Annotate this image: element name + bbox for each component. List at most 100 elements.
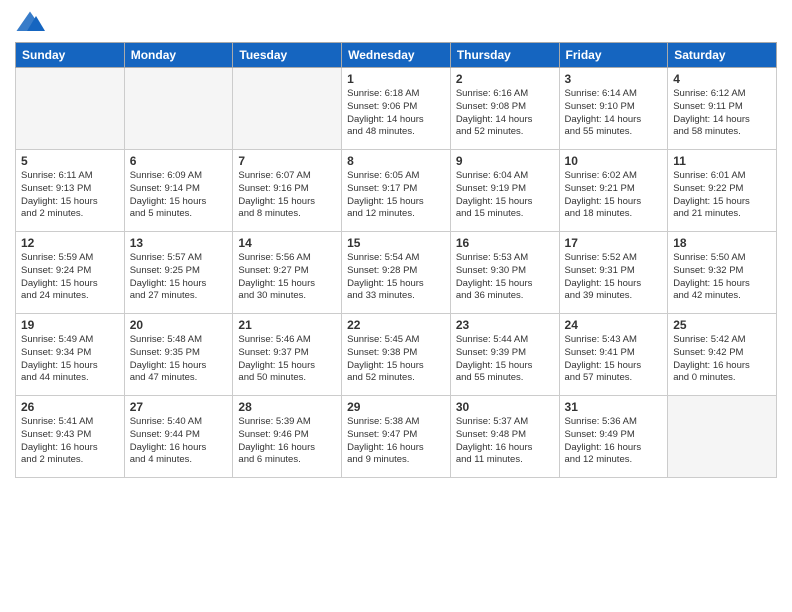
day-detail: Sunrise: 5:40 AM Sunset: 9:44 PM Dayligh… [130, 416, 228, 467]
day-number: 17 [565, 236, 663, 250]
day-number: 14 [238, 236, 336, 250]
weekday-header-friday: Friday [559, 43, 668, 68]
calendar-cell: 1 Sunrise: 6:18 AM Sunset: 9:06 PM Daylig… [342, 68, 451, 150]
day-number: 7 [238, 154, 336, 168]
day-number: 31 [565, 400, 663, 414]
day-number: 5 [21, 154, 119, 168]
calendar-cell: 20Sunrise: 5:48 AM Sunset: 9:35 PM Dayli… [124, 314, 233, 396]
calendar-cell: 26 Sunrise: 5:41 AM Sunset: 9:43 PM Dayli… [16, 396, 125, 478]
week-row-3: 12 Sunrise: 5:59 AM Sunset: 9:24 PM Dayli… [16, 232, 777, 314]
day-number: 11 [673, 154, 771, 168]
calendar-cell: 13 Sunrise: 5:57 AM Sunset: 9:25 PM Dayli… [124, 232, 233, 314]
day-detail: Sunrise: 6:18 AM Sunset: 9:06 PM Dayligh… [347, 88, 445, 139]
day-detail: Sunrise: 5:59 AM Sunset: 9:24 PM Dayligh… [21, 252, 119, 303]
day-detail: Sunrise: 5:56 AM Sunset: 9:27 PM Dayligh… [238, 252, 336, 303]
day-detail: Sunrise: 6:01 AM Sunset: 9:22 PM Dayligh… [673, 170, 771, 221]
day-detail: Sunrise: 5:57 AM Sunset: 9:25 PM Dayligh… [130, 252, 228, 303]
day-detail: Sunrise: 6:02 AM Sunset: 9:21 PM Dayligh… [565, 170, 663, 221]
calendar-cell: 3Sunrise: 6:14 AM Sunset: 9:10 PM Daylig… [559, 68, 668, 150]
day-number: 27 [130, 400, 228, 414]
calendar-cell: 23Sunrise: 5:44 AM Sunset: 9:39 PM Dayli… [450, 314, 559, 396]
calendar-cell [668, 396, 777, 478]
calendar-cell: 22 Sunrise: 5:45 AM Sunset: 9:38 PM Dayli… [342, 314, 451, 396]
logo-icon [15, 10, 45, 34]
week-row-4: 19 Sunrise: 5:49 AM Sunset: 9:34 PM Dayli… [16, 314, 777, 396]
calendar-cell: 29Sunrise: 5:38 AM Sunset: 9:47 PM Dayli… [342, 396, 451, 478]
day-detail: Sunrise: 5:45 AM Sunset: 9:38 PM Dayligh… [347, 334, 445, 385]
calendar-cell: 11 Sunrise: 6:01 AM Sunset: 9:22 PM Dayli… [668, 150, 777, 232]
calendar-cell: 30 Sunrise: 5:37 AM Sunset: 9:48 PM Dayli… [450, 396, 559, 478]
day-number: 16 [456, 236, 554, 250]
day-detail: Sunrise: 6:14 AM Sunset: 9:10 PM Dayligh… [565, 88, 663, 139]
day-detail: Sunrise: 5:42 AM Sunset: 9:42 PM Dayligh… [673, 334, 771, 385]
calendar-cell [16, 68, 125, 150]
calendar-cell [233, 68, 342, 150]
day-number: 10 [565, 154, 663, 168]
day-number: 22 [347, 318, 445, 332]
calendar-cell: 10 Sunrise: 6:02 AM Sunset: 9:21 PM Dayli… [559, 150, 668, 232]
calendar-cell: 4 Sunrise: 6:12 AM Sunset: 9:11 PM Daylig… [668, 68, 777, 150]
calendar-cell: 18 Sunrise: 5:50 AM Sunset: 9:32 PM Dayli… [668, 232, 777, 314]
day-number: 12 [21, 236, 119, 250]
calendar-cell: 21Sunrise: 5:46 AM Sunset: 9:37 PM Dayli… [233, 314, 342, 396]
week-row-1: 1 Sunrise: 6:18 AM Sunset: 9:06 PM Daylig… [16, 68, 777, 150]
day-number: 13 [130, 236, 228, 250]
header [15, 10, 777, 34]
day-detail: Sunrise: 6:12 AM Sunset: 9:11 PM Dayligh… [673, 88, 771, 139]
day-detail: Sunrise: 5:37 AM Sunset: 9:48 PM Dayligh… [456, 416, 554, 467]
day-detail: Sunrise: 5:39 AM Sunset: 9:46 PM Dayligh… [238, 416, 336, 467]
logo [15, 10, 49, 34]
calendar-cell: 12 Sunrise: 5:59 AM Sunset: 9:24 PM Dayli… [16, 232, 125, 314]
day-number: 9 [456, 154, 554, 168]
day-detail: Sunrise: 5:48 AM Sunset: 9:35 PM Dayligh… [130, 334, 228, 385]
calendar-cell: 24 Sunrise: 5:43 AM Sunset: 9:41 PM Dayli… [559, 314, 668, 396]
day-number: 25 [673, 318, 771, 332]
day-detail: Sunrise: 6:05 AM Sunset: 9:17 PM Dayligh… [347, 170, 445, 221]
day-number: 29 [347, 400, 445, 414]
calendar-cell: 19 Sunrise: 5:49 AM Sunset: 9:34 PM Dayli… [16, 314, 125, 396]
weekday-header-saturday: Saturday [668, 43, 777, 68]
calendar-cell: 31Sunrise: 5:36 AM Sunset: 9:49 PM Dayli… [559, 396, 668, 478]
weekday-header-thursday: Thursday [450, 43, 559, 68]
day-number: 2 [456, 72, 554, 86]
day-detail: Sunrise: 5:50 AM Sunset: 9:32 PM Dayligh… [673, 252, 771, 303]
day-number: 15 [347, 236, 445, 250]
day-number: 23 [456, 318, 554, 332]
day-number: 1 [347, 72, 445, 86]
day-detail: Sunrise: 5:52 AM Sunset: 9:31 PM Dayligh… [565, 252, 663, 303]
calendar-table: SundayMondayTuesdayWednesdayThursdayFrid… [15, 42, 777, 478]
day-number: 30 [456, 400, 554, 414]
day-number: 24 [565, 318, 663, 332]
weekday-header-sunday: Sunday [16, 43, 125, 68]
calendar-cell: 7 Sunrise: 6:07 AM Sunset: 9:16 PM Daylig… [233, 150, 342, 232]
calendar-cell: 2 Sunrise: 6:16 AM Sunset: 9:08 PM Daylig… [450, 68, 559, 150]
calendar-cell: 27 Sunrise: 5:40 AM Sunset: 9:44 PM Dayli… [124, 396, 233, 478]
week-row-2: 5 Sunrise: 6:11 AM Sunset: 9:13 PM Daylig… [16, 150, 777, 232]
day-detail: Sunrise: 6:04 AM Sunset: 9:19 PM Dayligh… [456, 170, 554, 221]
calendar-cell: 6Sunrise: 6:09 AM Sunset: 9:14 PM Daylig… [124, 150, 233, 232]
day-detail: Sunrise: 6:07 AM Sunset: 9:16 PM Dayligh… [238, 170, 336, 221]
day-number: 26 [21, 400, 119, 414]
day-number: 19 [21, 318, 119, 332]
day-number: 6 [130, 154, 228, 168]
day-detail: Sunrise: 5:43 AM Sunset: 9:41 PM Dayligh… [565, 334, 663, 385]
weekday-header-row: SundayMondayTuesdayWednesdayThursdayFrid… [16, 43, 777, 68]
calendar-cell [124, 68, 233, 150]
weekday-header-monday: Monday [124, 43, 233, 68]
calendar-cell: 15Sunrise: 5:54 AM Sunset: 9:28 PM Dayli… [342, 232, 451, 314]
weekday-header-wednesday: Wednesday [342, 43, 451, 68]
calendar-cell: 14 Sunrise: 5:56 AM Sunset: 9:27 PM Dayli… [233, 232, 342, 314]
calendar-cell: 8 Sunrise: 6:05 AM Sunset: 9:17 PM Daylig… [342, 150, 451, 232]
calendar-cell: 9 Sunrise: 6:04 AM Sunset: 9:19 PM Daylig… [450, 150, 559, 232]
day-detail: Sunrise: 6:11 AM Sunset: 9:13 PM Dayligh… [21, 170, 119, 221]
day-number: 4 [673, 72, 771, 86]
weekday-header-tuesday: Tuesday [233, 43, 342, 68]
day-detail: Sunrise: 5:49 AM Sunset: 9:34 PM Dayligh… [21, 334, 119, 385]
day-detail: Sunrise: 6:16 AM Sunset: 9:08 PM Dayligh… [456, 88, 554, 139]
day-detail: Sunrise: 5:46 AM Sunset: 9:37 PM Dayligh… [238, 334, 336, 385]
calendar-cell: 5 Sunrise: 6:11 AM Sunset: 9:13 PM Daylig… [16, 150, 125, 232]
day-detail: Sunrise: 5:53 AM Sunset: 9:30 PM Dayligh… [456, 252, 554, 303]
day-number: 18 [673, 236, 771, 250]
day-detail: Sunrise: 5:41 AM Sunset: 9:43 PM Dayligh… [21, 416, 119, 467]
day-number: 8 [347, 154, 445, 168]
